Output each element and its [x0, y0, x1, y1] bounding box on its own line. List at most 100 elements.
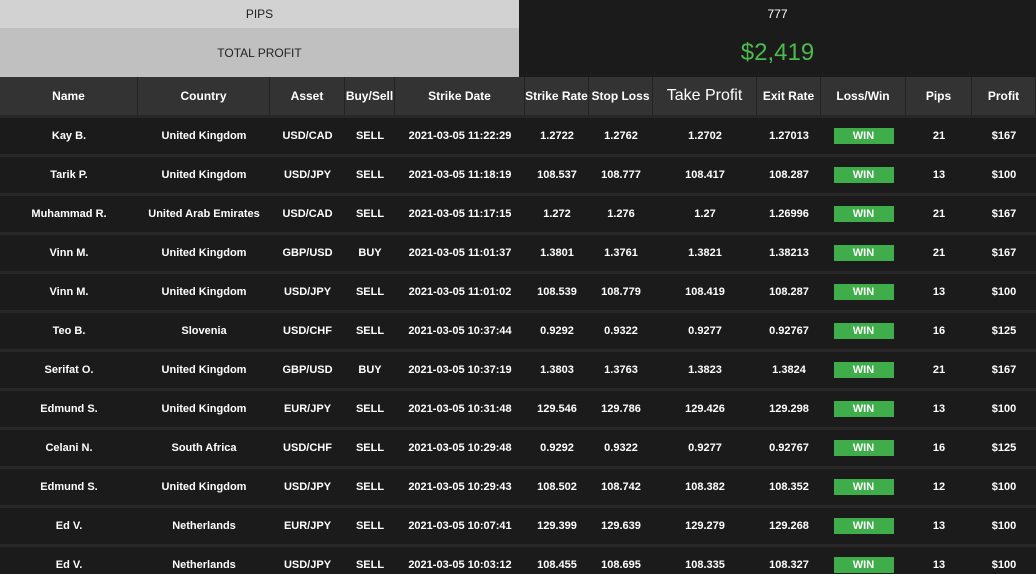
table-row: Kay B. United Kingdom USD/CAD SELL 2021-03-0…	[0, 115, 1036, 154]
cell-exit-rate: 108.352	[757, 466, 821, 505]
cell-buy-sell: SELL	[345, 544, 395, 574]
header-strike-rate[interactable]: Strike Rate	[525, 77, 589, 115]
cell-loss-win: WIN	[821, 544, 906, 574]
win-badge: WIN	[833, 284, 894, 300]
total-profit-label: TOTAL PROFIT	[0, 28, 519, 77]
cell-take-profit: 108.382	[653, 466, 757, 505]
cell-strike-rate: 1.272	[525, 193, 589, 232]
cell-profit: $167	[972, 193, 1036, 232]
cell-profit: $167	[972, 115, 1036, 154]
win-badge: WIN	[833, 245, 894, 261]
cell-name: Kay B.	[0, 115, 138, 154]
cell-asset: USD/CHF	[270, 310, 345, 349]
cell-asset: USD/JPY	[270, 544, 345, 574]
cell-name: Ed V.	[0, 505, 138, 544]
header-loss-win[interactable]: Loss/Win	[821, 77, 906, 115]
cell-strike-date: 2021-03-05 10:03:12	[395, 544, 525, 574]
pips-label: PIPS	[0, 0, 519, 28]
total-profit-value: $2,419	[519, 28, 1036, 77]
cell-stop-loss: 129.786	[589, 388, 653, 427]
win-badge: WIN	[833, 479, 894, 495]
cell-strike-rate: 129.546	[525, 388, 589, 427]
cell-name: Tarik P.	[0, 154, 138, 193]
cell-loss-win: WIN	[821, 388, 906, 427]
table-row: Serifat O. United Kingdom GBP/USD BUY 2021-0…	[0, 349, 1036, 388]
header-stop-loss[interactable]: Stop Loss	[589, 77, 653, 115]
cell-buy-sell: SELL	[345, 271, 395, 310]
header-name[interactable]: Name	[0, 77, 138, 115]
cell-exit-rate: 1.38213	[757, 232, 821, 271]
cell-stop-loss: 1.3763	[589, 349, 653, 388]
cell-pips: 21	[906, 349, 972, 388]
cell-asset: GBP/USD	[270, 232, 345, 271]
cell-loss-win: WIN	[821, 271, 906, 310]
cell-name: Serifat O.	[0, 349, 138, 388]
cell-asset: USD/JPY	[270, 466, 345, 505]
win-badge: WIN	[833, 440, 894, 456]
table-row: Vinn M. United Kingdom GBP/USD BUY 2021-03-0…	[0, 232, 1036, 271]
cell-buy-sell: SELL	[345, 505, 395, 544]
cell-pips: 13	[906, 544, 972, 574]
cell-strike-date: 2021-03-05 11:18:19	[395, 154, 525, 193]
cell-exit-rate: 129.268	[757, 505, 821, 544]
cell-country: United Kingdom	[138, 388, 270, 427]
cell-pips: 21	[906, 115, 972, 154]
win-badge: WIN	[833, 167, 894, 183]
cell-loss-win: WIN	[821, 154, 906, 193]
cell-country: Slovenia	[138, 310, 270, 349]
cell-name: Ed V.	[0, 544, 138, 574]
cell-take-profit: 0.9277	[653, 310, 757, 349]
table-row: Vinn M. United Kingdom USD/JPY SELL 2021-03-…	[0, 271, 1036, 310]
cell-buy-sell: SELL	[345, 310, 395, 349]
cell-buy-sell: SELL	[345, 115, 395, 154]
cell-strike-rate: 108.539	[525, 271, 589, 310]
cell-strike-rate: 129.399	[525, 505, 589, 544]
trades-table: Name Country Asset Buy/Sell Strike Date …	[0, 77, 1036, 574]
cell-strike-date: 2021-03-05 10:37:19	[395, 349, 525, 388]
pips-value: 777	[519, 0, 1036, 28]
cell-loss-win: WIN	[821, 193, 906, 232]
cell-strike-rate: 108.455	[525, 544, 589, 574]
win-badge: WIN	[833, 206, 894, 222]
cell-loss-win: WIN	[821, 232, 906, 271]
cell-buy-sell: SELL	[345, 154, 395, 193]
cell-exit-rate: 0.92767	[757, 310, 821, 349]
cell-pips: 21	[906, 193, 972, 232]
cell-strike-date: 2021-03-05 10:37:44	[395, 310, 525, 349]
cell-loss-win: WIN	[821, 466, 906, 505]
cell-strike-date: 2021-03-05 11:22:29	[395, 115, 525, 154]
win-badge: WIN	[833, 401, 894, 417]
header-pips[interactable]: Pips	[906, 77, 972, 115]
cell-take-profit: 1.3821	[653, 232, 757, 271]
header-profit[interactable]: Profit	[972, 77, 1036, 115]
cell-take-profit: 1.3823	[653, 349, 757, 388]
cell-profit: $100	[972, 154, 1036, 193]
cell-name: Edmund S.	[0, 388, 138, 427]
cell-asset: USD/JPY	[270, 271, 345, 310]
header-take-profit[interactable]: Take Profit	[653, 77, 757, 115]
cell-strike-date: 2021-03-05 10:07:41	[395, 505, 525, 544]
cell-name: Edmund S.	[0, 466, 138, 505]
cell-profit: $167	[972, 349, 1036, 388]
cell-country: Netherlands	[138, 505, 270, 544]
cell-buy-sell: SELL	[345, 193, 395, 232]
cell-exit-rate: 1.3824	[757, 349, 821, 388]
cell-exit-rate: 108.287	[757, 271, 821, 310]
cell-profit: $167	[972, 232, 1036, 271]
cell-exit-rate: 1.26996	[757, 193, 821, 232]
header-asset[interactable]: Asset	[270, 77, 345, 115]
cell-take-profit: 108.419	[653, 271, 757, 310]
cell-strike-date: 2021-03-05 11:17:15	[395, 193, 525, 232]
header-exit-rate[interactable]: Exit Rate	[757, 77, 821, 115]
header-strike-date[interactable]: Strike Date	[395, 77, 525, 115]
win-badge: WIN	[833, 557, 894, 573]
cell-loss-win: WIN	[821, 349, 906, 388]
header-buy-sell[interactable]: Buy/Sell	[345, 77, 395, 115]
cell-strike-rate: 108.502	[525, 466, 589, 505]
cell-stop-loss: 108.742	[589, 466, 653, 505]
summary-panel: PIPS 777 TOTAL PROFIT $2,419	[0, 0, 1036, 77]
header-country[interactable]: Country	[138, 77, 270, 115]
cell-take-profit: 129.279	[653, 505, 757, 544]
win-badge: WIN	[833, 362, 894, 378]
cell-stop-loss: 1.276	[589, 193, 653, 232]
